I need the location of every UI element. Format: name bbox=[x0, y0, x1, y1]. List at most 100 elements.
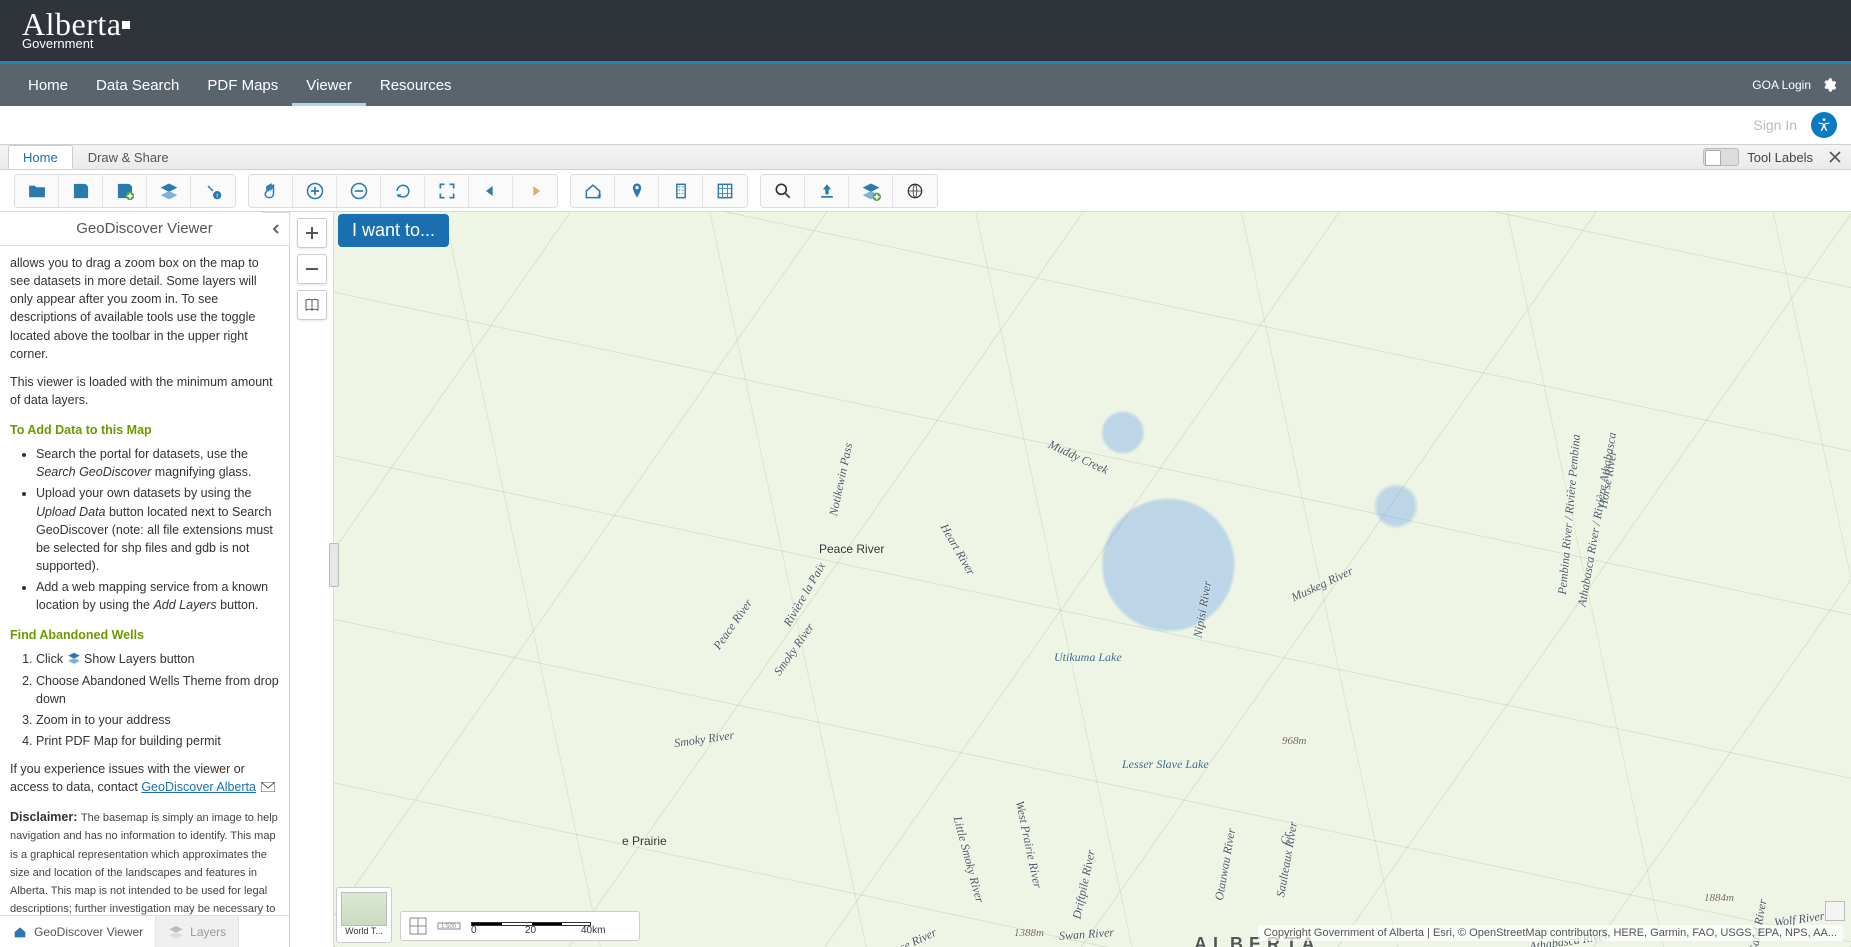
home-icon bbox=[12, 924, 28, 940]
list-item: Add a web mapping service from a known l… bbox=[36, 578, 279, 614]
add-layers-button[interactable] bbox=[849, 175, 893, 207]
save-button[interactable] bbox=[59, 175, 103, 207]
save-as-button[interactable] bbox=[103, 175, 147, 207]
panel-resize-handle[interactable] bbox=[329, 543, 339, 587]
tool-labels-text: Tool Labels bbox=[1747, 150, 1813, 165]
heading-add-data: To Add Data to this Map bbox=[10, 421, 279, 439]
save-icon bbox=[71, 181, 91, 201]
goa-login-link[interactable]: GOA Login bbox=[1752, 78, 1811, 92]
map-label: 1388m bbox=[1014, 927, 1044, 939]
tab-geodiscover-viewer[interactable]: GeoDiscover Viewer bbox=[0, 916, 156, 947]
map-label: e Prairie bbox=[622, 834, 667, 848]
chevron-left-icon bbox=[270, 223, 282, 235]
zoom-in-control[interactable] bbox=[297, 218, 327, 248]
nav-home[interactable]: Home bbox=[14, 64, 82, 106]
main-area: GeoDiscover Viewer allows you to drag a … bbox=[0, 212, 1851, 947]
globe-button[interactable] bbox=[893, 175, 937, 207]
panel-bottom-tabs: GeoDiscover Viewer Layers bbox=[0, 915, 289, 947]
zoom-in-button[interactable] bbox=[293, 175, 337, 207]
panel-collapse-button[interactable] bbox=[262, 212, 290, 246]
open-folder-icon bbox=[27, 181, 47, 201]
upload-button[interactable] bbox=[805, 175, 849, 207]
search-button[interactable] bbox=[761, 175, 805, 207]
disclaimer-text: The basemap is simply an image to help n… bbox=[10, 812, 278, 915]
bookmarks-control[interactable] bbox=[297, 290, 327, 320]
building-icon bbox=[671, 181, 691, 201]
zoom-out-button[interactable] bbox=[337, 175, 381, 207]
heading-find-wells: Find Abandoned Wells bbox=[10, 626, 279, 644]
panel-title: GeoDiscover Viewer bbox=[0, 212, 289, 246]
nav-resources[interactable]: Resources bbox=[366, 64, 466, 106]
map-label: Lesser Slave Lake bbox=[1122, 757, 1209, 772]
accessibility-button[interactable] bbox=[1811, 112, 1837, 138]
map-wrap: I want to... Peace RiverPeace RiverRiviè… bbox=[290, 212, 1851, 947]
building-button[interactable] bbox=[659, 175, 703, 207]
geodiscover-alberta-link[interactable]: GeoDiscover Alberta bbox=[141, 780, 256, 794]
zoom-out-control[interactable] bbox=[297, 254, 327, 284]
gear-icon[interactable] bbox=[1821, 77, 1837, 93]
pan-button[interactable] bbox=[249, 175, 293, 207]
full-extent-button[interactable] bbox=[425, 175, 469, 207]
list-item: Upload your own datasets by using the Up… bbox=[36, 484, 279, 575]
pin-button[interactable] bbox=[615, 175, 659, 207]
accessibility-icon bbox=[1816, 117, 1832, 133]
ribbon-tabs: Home Draw & Share Tool Labels bbox=[0, 144, 1851, 170]
intro-tail: allows you to drag a zoom box on the map… bbox=[10, 254, 279, 363]
plus-icon bbox=[304, 225, 320, 241]
overview-expand-button[interactable] bbox=[1825, 901, 1845, 921]
nav-viewer[interactable]: Viewer bbox=[292, 64, 366, 106]
layers-button[interactable] bbox=[147, 175, 191, 207]
signin-link[interactable]: Sign In bbox=[1753, 117, 1797, 133]
forward-icon bbox=[525, 181, 545, 201]
ribbon-tab-home[interactable]: Home bbox=[8, 145, 73, 169]
map-canvas[interactable]: Peace RiverPeace RiverRivière la PaixSmo… bbox=[334, 212, 1851, 947]
add-layers-icon bbox=[861, 181, 881, 201]
open-button[interactable] bbox=[15, 175, 59, 207]
xy-icon[interactable] bbox=[409, 917, 427, 935]
tab-layers[interactable]: Layers bbox=[156, 916, 239, 947]
pin-icon bbox=[627, 181, 647, 201]
primary-nav: Home Data Search PDF Maps Viewer Resourc… bbox=[0, 64, 1851, 106]
layers-icon bbox=[67, 651, 81, 665]
basemap-label: World T... bbox=[341, 926, 387, 936]
identify-icon: i bbox=[203, 181, 223, 201]
close-icon[interactable] bbox=[1829, 151, 1841, 163]
map-label: Cr. bbox=[1278, 829, 1295, 846]
back-button[interactable] bbox=[469, 175, 513, 207]
map-attribution: Copyright Government of Alberta | Esri, … bbox=[1258, 925, 1843, 941]
globe-icon bbox=[905, 181, 925, 201]
home-hash-button[interactable]: # bbox=[571, 175, 615, 207]
identify-button[interactable]: i bbox=[191, 175, 235, 207]
map-label: Utikuma Lake bbox=[1054, 650, 1122, 665]
add-data-list: Search the portal for datasets, use the … bbox=[10, 445, 279, 614]
loaded-note: This viewer is loaded with the minimum a… bbox=[10, 373, 279, 409]
nav-data-search[interactable]: Data Search bbox=[82, 64, 193, 106]
list-item: Print PDF Map for building permit bbox=[36, 732, 279, 750]
search-icon bbox=[773, 181, 793, 201]
list-item: Click Show Layers button bbox=[36, 650, 279, 668]
svg-text:1:500: 1:500 bbox=[441, 924, 457, 930]
coord-strip: 1:500 0 20 40km bbox=[400, 911, 640, 941]
basemap-selector[interactable]: World T... bbox=[336, 887, 392, 943]
i-want-to-button[interactable]: I want to... bbox=[338, 214, 449, 247]
alberta-logo: Alberta Government bbox=[22, 10, 130, 51]
parcel-button[interactable] bbox=[703, 175, 747, 207]
save-as-icon bbox=[115, 181, 135, 201]
ribbon-tab-draw-share[interactable]: Draw & Share bbox=[73, 145, 184, 169]
tool-labels-toggle-wrap: Tool Labels bbox=[1703, 145, 1851, 169]
map-side-controls: I want to... bbox=[290, 212, 334, 947]
layers-icon bbox=[168, 924, 184, 940]
find-wells-list: Click Show Layers button Choose Abandone… bbox=[10, 650, 279, 750]
refresh-button[interactable] bbox=[381, 175, 425, 207]
mail-icon bbox=[261, 782, 275, 792]
zoom-out-icon bbox=[349, 181, 369, 201]
book-icon bbox=[304, 297, 320, 313]
scale-icon[interactable]: 1:500 bbox=[437, 919, 461, 933]
nav-pdf-maps[interactable]: PDF Maps bbox=[193, 64, 292, 106]
disclaimer-label: Disclaimer: bbox=[10, 810, 77, 824]
tool-labels-switch[interactable] bbox=[1703, 148, 1739, 166]
upload-icon bbox=[817, 181, 837, 201]
home-hash-icon: # bbox=[583, 181, 603, 201]
panel-body: allows you to drag a zoom box on the map… bbox=[0, 246, 289, 915]
forward-button[interactable] bbox=[513, 175, 557, 207]
